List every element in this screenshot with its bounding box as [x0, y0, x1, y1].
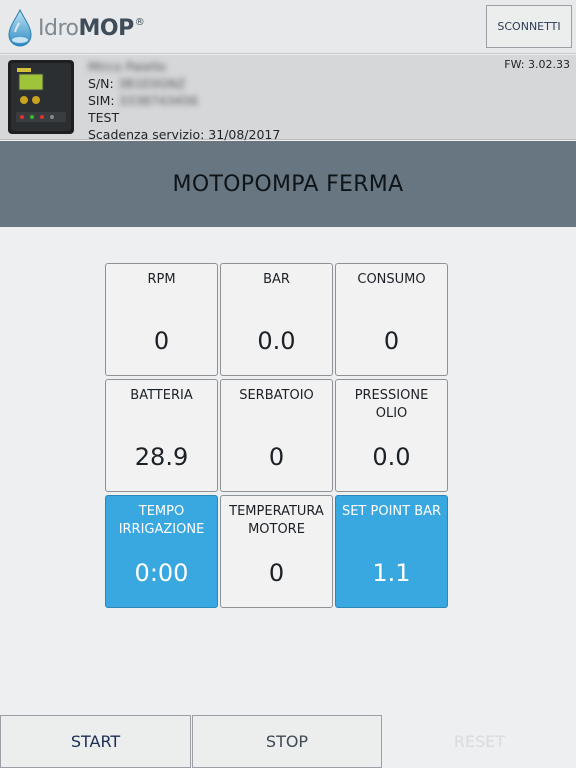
tile-label: RPM [147, 272, 176, 287]
firmware-version: FW: 3.02.33 [504, 58, 570, 71]
tile-value: 0 [153, 327, 170, 355]
tile-label: SERBATOIO [239, 388, 314, 403]
tile-value: 1.1 [372, 559, 411, 587]
tile-set-point-bar[interactable]: SET POINT BAR 1.1 [335, 495, 448, 608]
start-button[interactable]: START [0, 715, 191, 768]
logo-registered-mark: ® [134, 16, 145, 28]
tile-temperatura-motore: TEMPERATURA MOTORE 0 [220, 495, 333, 608]
tile-label: CONSUMO [357, 272, 426, 287]
device-info-panel: Mirco Paiello S/N: 3B1E0GNZ SIM: 3338743… [0, 55, 576, 142]
tile-tempo-irrigazione[interactable]: TEMPO IRRIGAZIONE 0:00 [105, 495, 218, 608]
tile-label: BATTERIA [130, 388, 193, 403]
tile-value: 0 [268, 443, 285, 471]
tile-value: 0 [268, 559, 285, 587]
app-header: Idro MOP ® SCONNETTI [0, 0, 576, 54]
tile-value: 28.9 [134, 443, 189, 471]
logo-text-idro: Idro [38, 15, 79, 41]
serial-label: S/N: [88, 76, 114, 91]
reset-button[interactable]: RESET [383, 715, 576, 768]
device-owner-redacted: Mirco Paiello [88, 59, 167, 74]
tile-rpm: RPM 0 [105, 263, 218, 376]
tile-label: PRESSIONE OLIO [354, 388, 429, 421]
metrics-grid: RPM 0 BAR 0.0 CONSUMO 0 BATTERIA 28.9 SE… [105, 263, 448, 608]
tile-batteria: BATTERIA 28.9 [105, 379, 218, 492]
pump-status-banner: MOTOPOMPA FERMA [0, 141, 576, 227]
tile-value: 0.0 [372, 443, 411, 471]
tile-label: SET POINT BAR [341, 504, 442, 519]
controller-device-image [8, 60, 74, 134]
tile-pressione-olio: PRESSIONE OLIO 0.0 [335, 379, 448, 492]
serial-value-redacted: 3B1E0GNZ [117, 76, 186, 91]
sim-value-redacted: 3338743456 [118, 93, 199, 108]
tile-value: 0.0 [257, 327, 296, 355]
disconnect-button[interactable]: SCONNETTI [486, 5, 572, 48]
stop-button[interactable]: STOP [192, 715, 382, 768]
tile-serbatoio: SERBATOIO 0 [220, 379, 333, 492]
tile-bar: BAR 0.0 [220, 263, 333, 376]
logo-text-mop: MOP [78, 15, 134, 41]
tile-value: 0 [383, 327, 400, 355]
tile-label: BAR [263, 272, 290, 287]
app-logo: Idro MOP ® [6, 8, 145, 48]
sim-label: SIM: [88, 93, 115, 108]
water-drop-icon [8, 8, 32, 47]
tile-value: 0:00 [134, 559, 189, 587]
tile-consumo: CONSUMO 0 [335, 263, 448, 376]
device-name: TEST [88, 110, 120, 125]
tile-label: TEMPERATURA MOTORE [229, 504, 324, 537]
tile-label: TEMPO IRRIGAZIONE [118, 504, 205, 537]
